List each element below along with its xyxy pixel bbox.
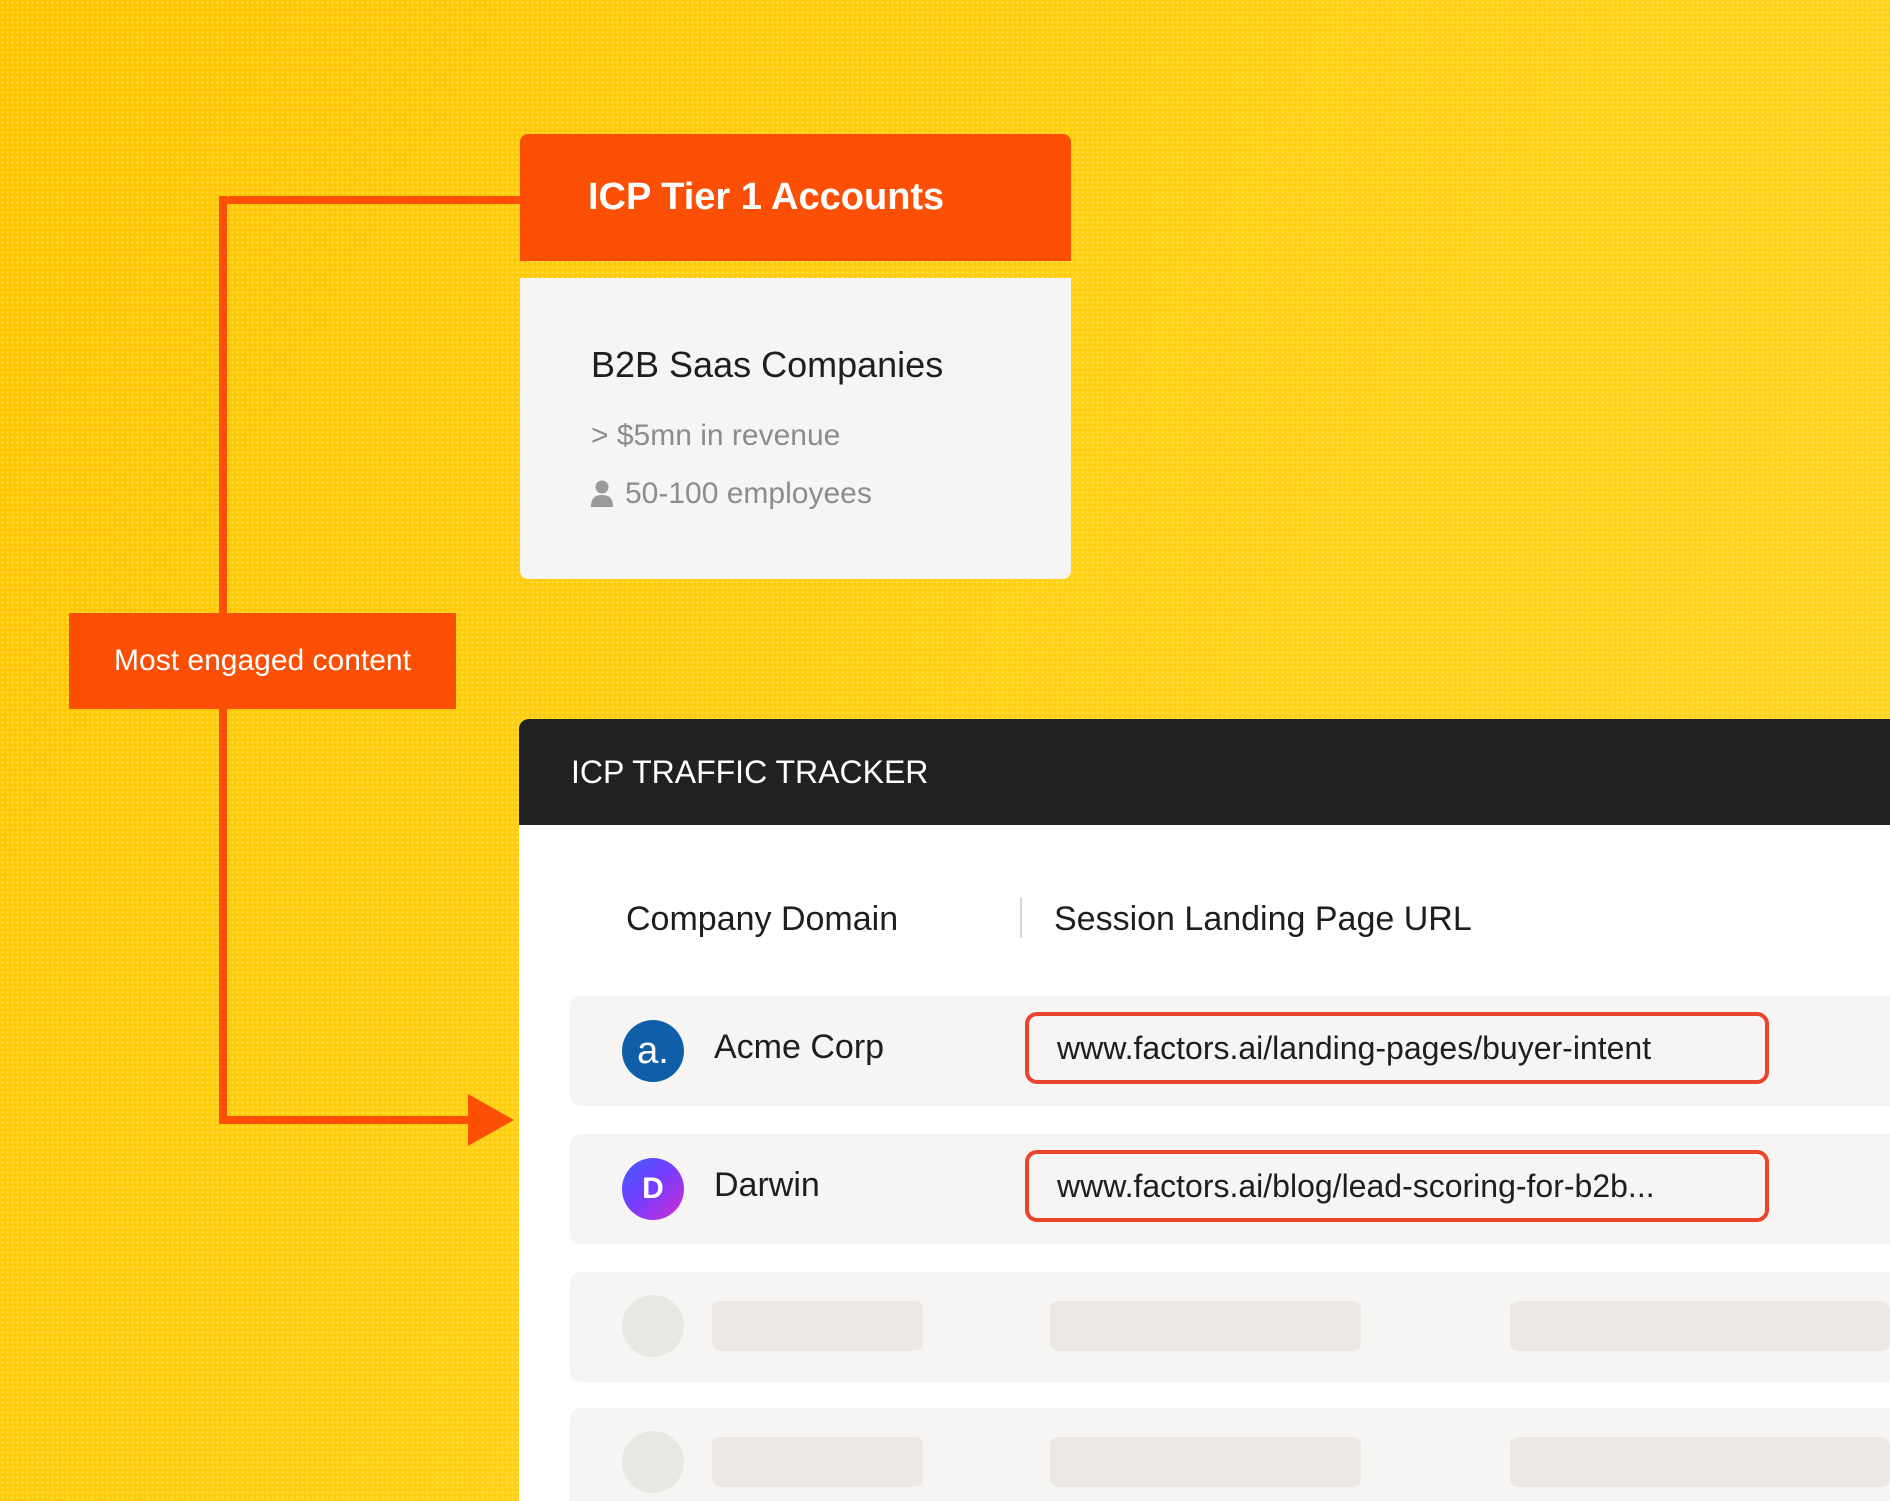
column-divider [1020, 898, 1022, 938]
table-row[interactable]: D Darwin www.factors.ai/blog/lead-scorin… [570, 1134, 1890, 1244]
table-row[interactable]: a. Acme Corp www.factors.ai/landing-page… [570, 996, 1890, 1106]
person-icon [591, 480, 613, 507]
connector-line-bottom [219, 1116, 471, 1124]
connector-line-top [223, 196, 520, 204]
column-header-landing-page-url[interactable]: Session Landing Page URL [1054, 900, 1472, 939]
icp-card-title: B2B Saas Companies [591, 344, 944, 385]
icp-revenue: > $5mn in revenue [591, 419, 841, 452]
darwin-logo-icon: D [622, 1158, 684, 1220]
placeholder-bar [712, 1437, 923, 1487]
placeholder-bar [1510, 1301, 1890, 1351]
icp-card-body: B2B Saas Companies > $5mn in revenue 50-… [520, 278, 1071, 579]
most-engaged-content-tag: Most engaged content [69, 613, 456, 709]
column-header-company-domain[interactable]: Company Domain [626, 900, 898, 939]
placeholder-bar [1050, 1437, 1361, 1487]
placeholder-bar [1050, 1301, 1361, 1351]
icp-card-header: ICP Tier 1 Accounts [520, 134, 1071, 261]
company-name: Darwin [714, 1166, 820, 1204]
arrow-icon [468, 1094, 514, 1146]
landing-page-url[interactable]: www.factors.ai/landing-pages/buyer-inten… [1025, 1012, 1769, 1084]
acme-logo-icon: a. [622, 1020, 684, 1082]
placeholder-row [570, 1408, 1890, 1501]
placeholder-bar [712, 1301, 923, 1351]
landing-page-url[interactable]: www.factors.ai/blog/lead-scoring-for-b2b… [1025, 1150, 1769, 1222]
icp-employees-label: 50-100 employees [625, 477, 872, 510]
company-name: Acme Corp [714, 1028, 885, 1066]
placeholder-avatar [622, 1431, 684, 1493]
placeholder-avatar [622, 1295, 684, 1357]
tracker-header: ICP TRAFFIC TRACKER [519, 719, 1890, 825]
placeholder-row [570, 1272, 1890, 1382]
placeholder-bar [1510, 1437, 1890, 1487]
icp-employees: 50-100 employees [591, 477, 872, 511]
